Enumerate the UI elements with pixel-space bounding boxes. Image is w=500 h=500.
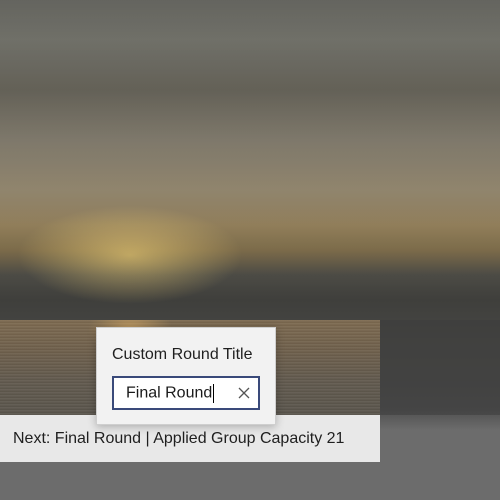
custom-round-title-flyout: Custom Round Title Final Round bbox=[96, 327, 276, 425]
text-caret bbox=[213, 383, 215, 403]
status-text: Next: Final Round | Applied Group Capaci… bbox=[13, 429, 345, 447]
clear-input-button[interactable] bbox=[230, 378, 258, 408]
round-title-input-value[interactable]: Final Round bbox=[114, 383, 230, 403]
input-text: Final Round bbox=[126, 384, 213, 402]
dim-overlay bbox=[380, 320, 500, 415]
sky-haze bbox=[0, 0, 500, 300]
round-title-input[interactable]: Final Round bbox=[112, 376, 260, 410]
close-icon bbox=[238, 387, 250, 399]
flyout-title: Custom Round Title bbox=[112, 346, 253, 363]
